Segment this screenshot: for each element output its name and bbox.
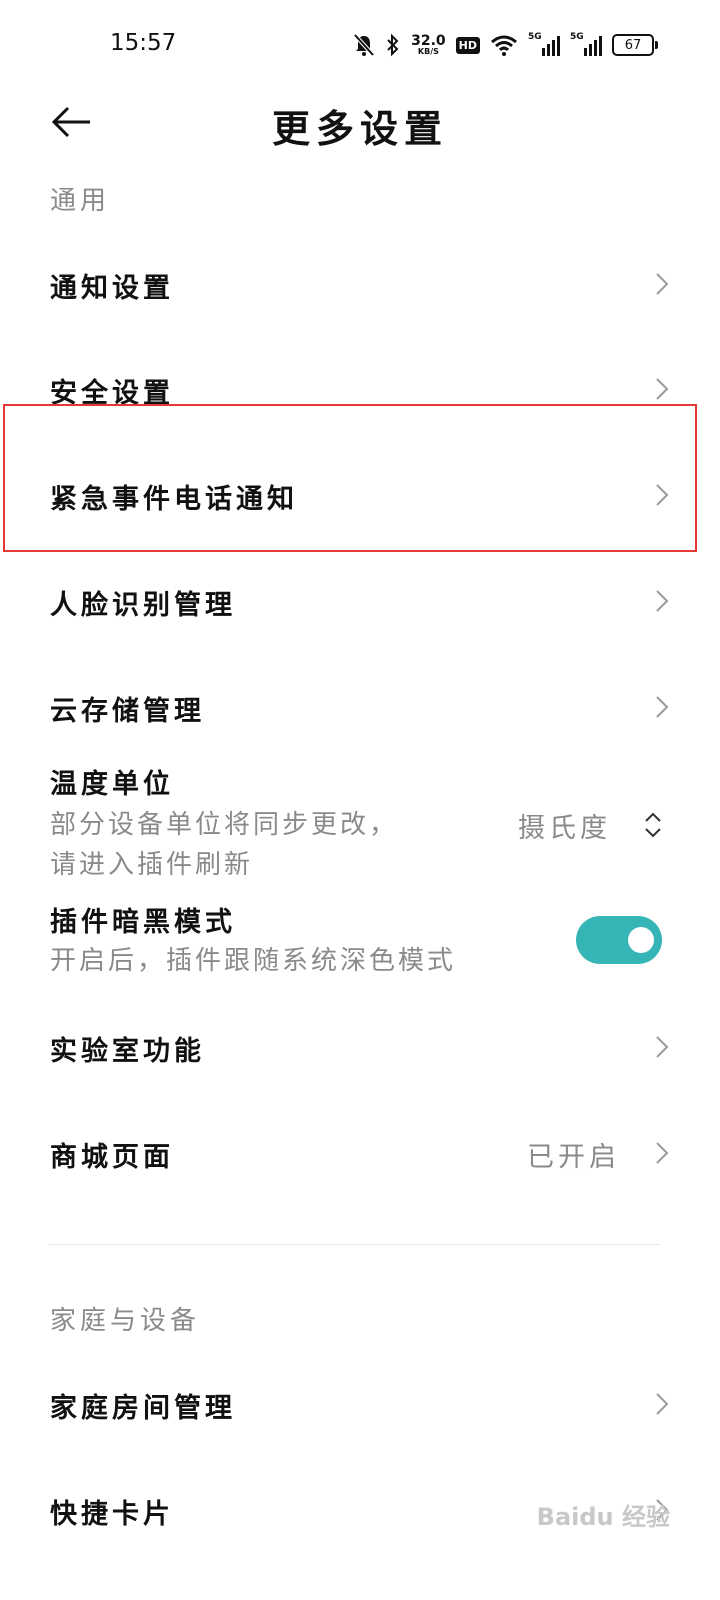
wifi-icon: [491, 35, 517, 56]
row-label: 通知设置: [50, 273, 174, 304]
temperature-desc-line1: 部分设备单位将同步更改，: [50, 810, 399, 840]
row-room-management[interactable]: 家庭房间管理: [0, 1369, 720, 1439]
chevron-right-icon: [656, 273, 669, 295]
chevron-up-down-icon: [645, 812, 661, 838]
chevron-right-icon: [656, 1142, 669, 1164]
battery-level: 67: [624, 37, 642, 53]
network-speed: 32.0 KB/S: [411, 34, 446, 56]
status-bar: 15:57 32.0 KB/S HD 5G 5G 67: [0, 0, 720, 92]
row-plugin-dark-mode: 插件暗黑模式 开启后，插件跟随系统深色模式: [0, 898, 720, 988]
section-label-general: 通用: [50, 186, 111, 216]
highlight-annotation-box: [3, 404, 697, 552]
row-label: 家庭房间管理: [50, 1393, 236, 1424]
cell-signal-2-icon: 5G: [570, 32, 602, 56]
cell-signal-1-label: 5G: [528, 32, 542, 42]
temperature-unit-value: 摄氏度: [518, 813, 611, 844]
row-mall-page[interactable]: 商城页面 已开启: [0, 1118, 720, 1188]
page-title: 更多设置: [271, 106, 448, 151]
temperature-desc-line2: 请进入插件刷新: [50, 850, 254, 880]
cell-signal-1-icon: 5G: [528, 32, 560, 56]
row-label: 快捷卡片: [50, 1499, 174, 1530]
bluetooth-icon: [387, 33, 399, 57]
dark-mode-desc: 开启后，插件跟随系统深色模式: [50, 946, 457, 976]
chevron-right-icon: [656, 1036, 669, 1058]
network-speed-unit: KB/S: [417, 47, 439, 56]
dark-mode-toggle[interactable]: [576, 916, 662, 964]
mall-page-status: 已开启: [527, 1142, 620, 1173]
section-divider: [48, 1244, 660, 1245]
row-notification-settings[interactable]: 通知设置: [0, 250, 720, 320]
status-time: 15:57: [110, 30, 177, 56]
hd-badge: HD: [455, 36, 480, 54]
chevron-right-icon: [656, 590, 669, 612]
chevron-right-icon: [656, 378, 669, 400]
status-icons: 32.0 KB/S HD 5G 5G 67: [353, 28, 658, 62]
row-label: 插件暗黑模式: [50, 907, 236, 938]
section-label-family-devices: 家庭与设备: [50, 1306, 201, 1336]
chevron-right-icon: [656, 1393, 669, 1415]
baidu-watermark: Baidu 经验: [536, 1503, 670, 1531]
row-lab-features[interactable]: 实验室功能: [0, 1012, 720, 1082]
row-label: 云存储管理: [50, 696, 205, 727]
row-temperature-unit[interactable]: 温度单位 部分设备单位将同步更改， 请进入插件刷新 摄氏度: [0, 760, 720, 890]
cell-signal-2-label: 5G: [570, 32, 584, 42]
row-label: 温度单位: [50, 769, 174, 800]
toggle-knob: [628, 927, 654, 953]
mute-bell-icon: [353, 33, 375, 57]
row-face-recognition[interactable]: 人脸识别管理: [0, 566, 720, 636]
row-label: 人脸识别管理: [50, 590, 236, 621]
chevron-right-icon: [656, 696, 669, 718]
battery-icon: 67: [612, 34, 658, 56]
header: 更多设置: [0, 92, 720, 152]
row-cloud-storage[interactable]: 云存储管理: [0, 672, 720, 742]
network-speed-value: 32.0: [411, 33, 446, 49]
row-label: 实验室功能: [50, 1036, 205, 1067]
row-label: 商城页面: [50, 1142, 174, 1173]
